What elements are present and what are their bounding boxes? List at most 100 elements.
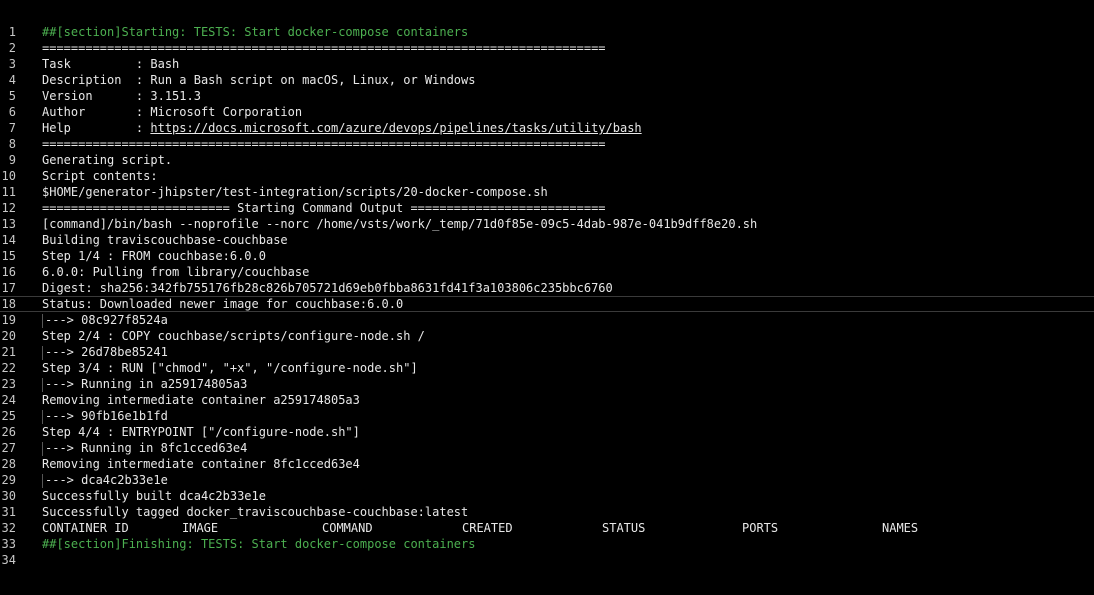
log-line: 11 $HOME/generator-jhipster/test-integrat… [0,184,1094,200]
help-link[interactable]: https://docs.microsoft.com/azure/devops/… [150,121,641,135]
log-line: 21 ---> 26d78be85241 [0,344,1094,360]
log-line-text: Task : Bash [42,57,180,71]
line-number: 29 [1,473,16,487]
log-line: 34 [0,552,1094,568]
line-number: 11 [1,185,16,199]
line-number: 25 [1,409,16,423]
log-line-text: $HOME/generator-jhipster/test-integratio… [42,185,548,199]
log-line: 16 6.0.0: Pulling from library/couchbase [0,264,1094,280]
log-line: 32 CONTAINER ID IMAGE COMMAND CREATED STATUS P… [0,520,1094,536]
log-line-text: 6.0.0: Pulling from library/couchbase [42,265,310,279]
line-number: 16 [1,265,16,279]
line-number: 5 [8,89,16,103]
log-line: 15 Step 1/4 : FROM couchbase:6.0.0 [0,248,1094,264]
line-number: 18 [1,297,16,311]
line-number: 1 [8,25,16,39]
line-number: 20 [1,329,16,343]
line-number: 33 [1,537,16,551]
log-line-text: [command]/bin/bash --noprofile --norc /h… [42,217,758,231]
log-line-text: Building traviscouchbase-couchbase [42,233,288,247]
line-number: 24 [1,393,16,407]
column-header: PORTS [742,521,779,535]
log-line: 14 Building traviscouchbase-couchbase [0,232,1094,248]
log-line: 6 Author : Microsoft Corporation [0,104,1094,120]
log-line: 29 ---> dca4c2b33e1e [0,472,1094,488]
log-line-prefix: Help : [42,121,151,135]
line-number: 22 [1,361,16,375]
log-line-text: Removing intermediate container 8fc1cced… [42,457,360,471]
log-line: 28 Removing intermediate container 8fc1cc… [0,456,1094,472]
log-line: 26 Step 4/4 : ENTRYPOINT ["/configure-nod… [0,424,1094,440]
log-line: 31 Successfully tagged docker_traviscouch… [0,504,1094,520]
column-header: CONTAINER ID [42,521,129,535]
line-number: 2 [8,41,16,55]
line-number: 21 [1,345,16,359]
log-line-text: Removing intermediate container a2591748… [42,393,360,407]
log-line: 3 Task : Bash [0,56,1094,72]
log-line-text: ---> 08c927f8524a [42,312,168,328]
log-line: 24 Removing intermediate container a25917… [0,392,1094,408]
log-line: 23 ---> Running in a259174805a3 [0,376,1094,392]
log-line-text: Step 4/4 : ENTRYPOINT ["/configure-node.… [42,425,360,439]
log-line-text: Step 3/4 : RUN ["chmod", "+x", "/configu… [42,361,418,375]
log-line-text: ---> 90fb16e1b1fd [42,408,168,424]
column-header: NAMES [882,521,919,535]
line-number: 30 [1,489,16,503]
log-line: 7 Help : https://docs.microsoft.com/azure… [0,120,1094,136]
log-line-text: Digest: sha256:342fb755176fb28c826b70572… [42,281,613,295]
log-line: 12 ========================== Starting Co… [0,200,1094,216]
line-number: 27 [1,441,16,455]
line-number: 9 [8,153,16,167]
log-line-text: Generating script. [42,153,173,167]
line-number: 3 [8,57,16,71]
line-number: 34 [1,553,16,567]
line-number: 32 [1,521,16,535]
log-line: 30 Successfully built dca4c2b33e1e [0,488,1094,504]
log-line: 1 ##[section]Starting: TESTS: Start docke… [0,24,1094,40]
section-marker-text: ##[section]Finishing: TESTS: Start docke… [42,537,476,551]
log-line: 4 Description : Run a Bash script on macO… [0,72,1094,88]
column-header: IMAGE [182,521,219,535]
log-line-text: ---> Running in 8fc1cced63e4 [42,440,247,456]
log-line-text: ========================== Starting Comm… [42,201,606,215]
log-line: 25 ---> 90fb16e1b1fd [0,408,1094,424]
column-header: CREATED [462,521,513,535]
log-line: 20 Step 2/4 : COPY couchbase/scripts/conf… [0,328,1094,344]
indent-guide [42,441,43,456]
log-line: 19 ---> 08c927f8524a [0,312,1094,328]
log-line: 18 Status: Downloaded newer image for cou… [0,296,1094,312]
log-line-text: Author : Microsoft Corporation [42,105,303,119]
log-line-text: Step 1/4 : FROM couchbase:6.0.0 [42,249,266,263]
line-number: 15 [1,249,16,263]
indent-guide [42,409,43,424]
log-line: 10 Script contents: [0,168,1094,184]
step-result-text: ---> dca4c2b33e1e [45,473,168,487]
log-line: 2 =======================================… [0,40,1094,56]
line-number: 31 [1,505,16,519]
section-marker-text: ##[section]Starting: TESTS: Start docker… [42,25,469,39]
log-line-text: ========================================… [42,41,606,55]
indent-guide [42,473,43,488]
indent-guide [42,313,43,328]
line-number: 19 [1,313,16,327]
line-number: 6 [8,105,16,119]
log-line: 8 =======================================… [0,136,1094,152]
log-line-text: ---> Running in a259174805a3 [42,376,247,392]
line-number: 23 [1,377,16,391]
step-result-text: ---> 26d78be85241 [45,345,168,359]
log-line-text: ---> dca4c2b33e1e [42,472,168,488]
log-line-text: ---> 26d78be85241 [42,344,168,360]
line-number: 8 [8,137,16,151]
column-header: COMMAND [322,521,373,535]
column-header: STATUS [602,521,646,535]
log-line-text: Status: Downloaded newer image for couch… [42,297,404,311]
log-line: 27 ---> Running in 8fc1cced63e4 [0,440,1094,456]
log-line-text: Help : https://docs.microsoft.com/azure/… [42,120,642,136]
log-line-text: Successfully built dca4c2b33e1e [42,489,266,503]
log-line: 13 [command]/bin/bash --noprofile --norc … [0,216,1094,232]
line-number: 26 [1,425,16,439]
line-number: 17 [1,281,16,295]
line-number: 10 [1,169,16,183]
log-line-text: Description : Run a Bash script on macOS… [42,73,476,87]
step-result-text: ---> Running in a259174805a3 [45,377,248,391]
